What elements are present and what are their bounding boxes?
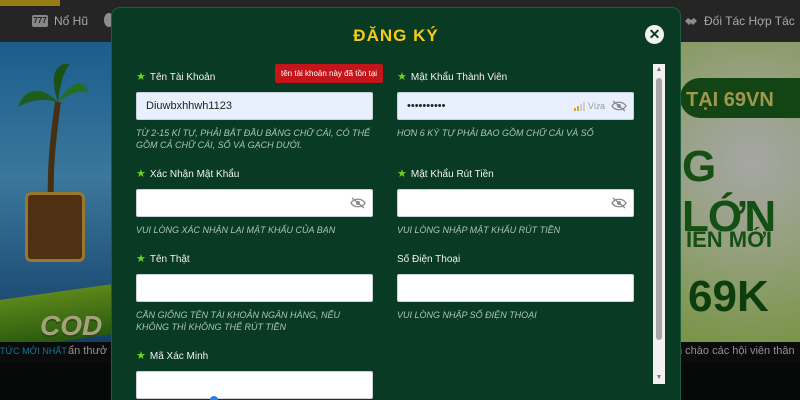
captcha-input[interactable] (137, 372, 372, 398)
phone-field: Số Điện Thoại VUI LÒNG NHẬP SỐ ĐIỆN THOẠ… (397, 252, 634, 321)
required-star-icon: ★ (136, 350, 146, 362)
password-hint: HƠN 6 KÝ TỰ PHẢI BAO GỒM CHỮ CÁI VÀ SỐ (397, 128, 594, 138)
password-label: ★ Mật Khẩu Thành Viên (397, 70, 634, 84)
withdraw-password-label-text: Mật Khẩu Rút Tiền (410, 168, 494, 180)
withdraw-password-input-box (397, 189, 634, 217)
eye-slash-icon[interactable] (611, 100, 627, 112)
real-name-input[interactable] (137, 275, 372, 301)
real-name-field: ★ Tên Thật CẦN GIỐNG TÊN TÀI KHOẢN NGÂN … (136, 252, 373, 333)
close-icon: ✕ (648, 26, 661, 42)
withdraw-password-field: ★ Mật Khẩu Rút Tiền VUI LÒNG NHẬP MẬT KH… (397, 167, 634, 236)
eye-slash-icon[interactable] (611, 197, 627, 209)
phone-label-text: Số Điện Thoại (397, 253, 461, 265)
phone-hint: VUI LÒNG NHẬP SỐ ĐIỆN THOẠI (397, 310, 537, 320)
confirm-password-hint: VUI LÒNG XÁC NHẬN LẠI MẬT KHẨU CỦA BẠN (136, 225, 336, 235)
confirm-password-label: ★ Xác Nhận Mật Khẩu (136, 167, 373, 181)
username-label-text: Tên Tài Khoản (149, 71, 216, 83)
username-field: ★ Tên Tài Khoản tên tài khoản này đã tồn… (136, 64, 384, 151)
real-name-input-box (136, 274, 373, 302)
username-input[interactable] (137, 93, 372, 119)
phone-input-box (397, 274, 634, 302)
close-button[interactable]: ✕ (645, 25, 664, 44)
username-error-tooltip: tên tài khoản này đã tồn tại (275, 64, 384, 83)
required-star-icon: ★ (136, 253, 146, 265)
withdraw-password-input[interactable] (398, 190, 633, 216)
required-star-icon: ★ (397, 168, 407, 180)
phone-label: Số Điện Thoại (397, 252, 634, 266)
signal-bars-icon (573, 101, 585, 111)
real-name-label: ★ Tên Thật (136, 252, 373, 266)
scroll-down-arrow-icon[interactable]: ▼ (653, 374, 665, 382)
username-hint: TỪ 2-15 KÍ TỰ, PHẢI BẮT ĐẦU BẰNG CHỮ CÁI… (136, 128, 370, 150)
real-name-hint: CẦN GIỐNG TÊN TÀI KHOẢN NGÂN HÀNG, NẾU K… (136, 310, 341, 332)
modal-title: ĐĂNG KÝ (353, 26, 439, 45)
real-name-label-text: Tên Thật (149, 253, 190, 265)
password-strength-meter: Vừa (573, 101, 605, 111)
captcha-input-box (136, 371, 373, 399)
scrollbar-thumb[interactable] (656, 78, 662, 340)
password-label-text: Mật Khẩu Thành Viên (410, 71, 508, 83)
username-input-box (136, 92, 373, 120)
withdraw-password-label: ★ Mật Khẩu Rút Tiền (397, 167, 634, 181)
bottom-indicator-dot (210, 396, 218, 400)
confirm-password-input[interactable] (137, 190, 372, 216)
password-strength-label: Vừa (587, 101, 605, 111)
password-field: ★ Mật Khẩu Thành Viên Vừa HƠN 6 KÝ TỰ PH… (397, 70, 634, 139)
password-input-box: Vừa (397, 92, 634, 120)
captcha-label-text: Mã Xác Minh (149, 350, 209, 362)
eye-slash-icon[interactable] (350, 197, 366, 209)
confirm-password-input-box (136, 189, 373, 217)
withdraw-password-hint: VUI LÒNG NHẬP MẬT KHẨU RÚT TIỀN (397, 225, 561, 235)
scroll-up-arrow-icon[interactable]: ▲ (653, 66, 665, 74)
required-star-icon: ★ (136, 71, 146, 83)
modal-scrollbar[interactable]: ▲ ▼ (653, 64, 665, 384)
required-star-icon: ★ (397, 71, 407, 83)
required-star-icon: ★ (136, 168, 146, 180)
confirm-password-label-text: Xác Nhận Mật Khẩu (149, 168, 240, 180)
register-modal: ĐĂNG KÝ ✕ ★ Tên Tài Khoản tên tài khoản … (112, 8, 680, 400)
captcha-label: ★ Mã Xác Minh (136, 349, 373, 363)
confirm-password-field: ★ Xác Nhận Mật Khẩu VUI LÒNG XÁC NHẬN LẠ… (136, 167, 373, 236)
captcha-field: ★ Mã Xác Minh (136, 349, 373, 399)
phone-input[interactable] (398, 275, 633, 301)
